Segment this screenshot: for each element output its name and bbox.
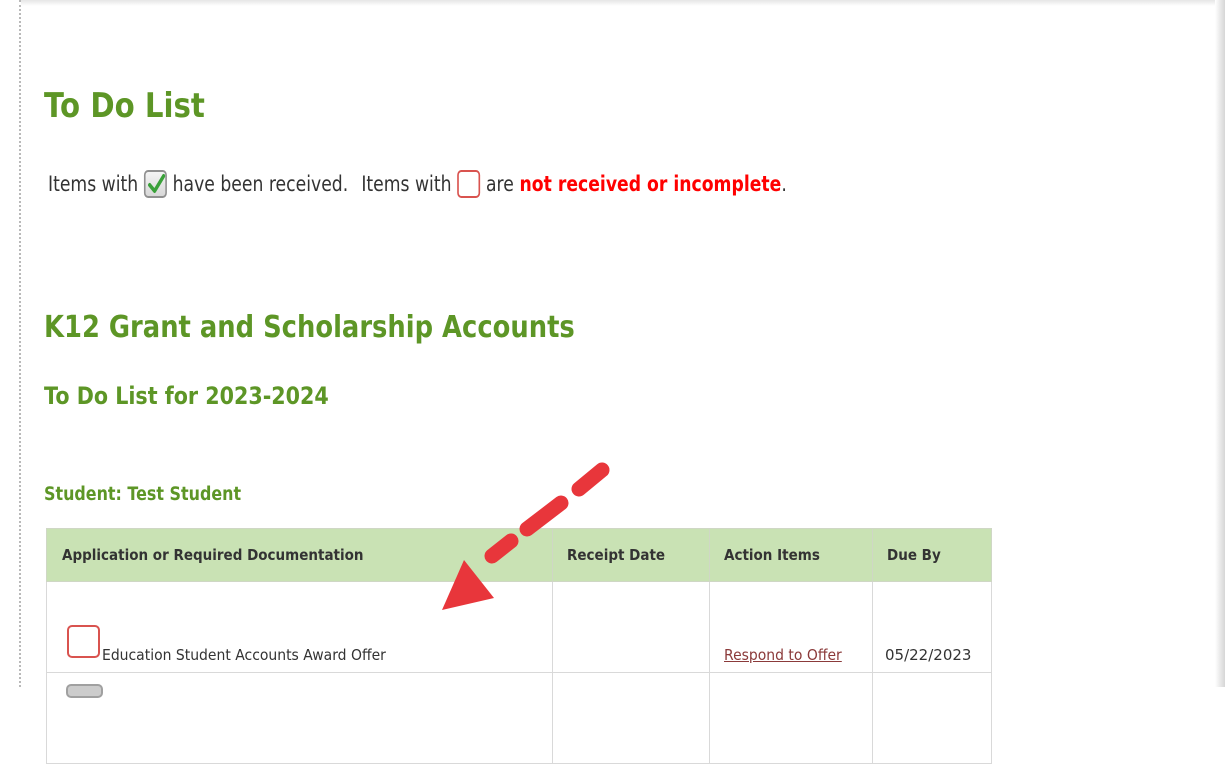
section-subtitle: To Do List for 2023-2024	[44, 382, 329, 410]
page-top-border	[21, 0, 1215, 6]
legend-text-4: are	[485, 172, 514, 196]
due-date-cell: 05/22/2023	[872, 581, 992, 673]
receipt-date-cell	[552, 672, 710, 764]
legend-warning-text: not received or incomplete	[519, 172, 782, 196]
checkbox-empty-icon	[67, 625, 100, 658]
action-cell: Respond to Offer	[709, 581, 873, 673]
document-cell	[46, 672, 553, 764]
action-cell	[709, 672, 873, 764]
header-due-by: Due By	[872, 528, 992, 582]
checkbox-empty-icon	[457, 170, 481, 198]
page-left-border	[19, 0, 21, 687]
todo-table: Application or Required Documentation Re…	[46, 528, 992, 764]
page-title: To Do List	[44, 86, 205, 126]
due-date-cell	[872, 672, 992, 764]
section-title: K12 Grant and Scholarship Accounts	[44, 310, 575, 345]
status-legend: Items with have been received. Items wit…	[48, 170, 787, 198]
table-row	[46, 672, 992, 764]
table-header-row: Application or Required Documentation Re…	[46, 528, 992, 582]
legend-text-1: Items with	[48, 172, 139, 196]
header-action-items: Action Items	[709, 528, 873, 582]
header-documentation: Application or Required Documentation	[46, 528, 553, 582]
legend-text-3: Items with	[361, 172, 452, 196]
checkbox-checked-icon	[143, 170, 167, 198]
respond-to-offer-link[interactable]: Respond to Offer	[724, 646, 842, 664]
document-cell: Education Student Accounts Award Offer	[46, 581, 553, 673]
student-label: Student: Test Student	[44, 484, 242, 505]
document-name: Education Student Accounts Award Offer	[102, 646, 386, 664]
legend-period: .	[781, 172, 787, 196]
table-row: Education Student Accounts Award Offer R…	[46, 581, 992, 673]
page-right-shadow	[1215, 0, 1225, 687]
receipt-date-cell	[552, 581, 710, 673]
checkbox-partial-icon	[66, 684, 103, 698]
legend-text-2: have been received.	[172, 172, 349, 196]
header-receipt-date: Receipt Date	[552, 528, 710, 582]
